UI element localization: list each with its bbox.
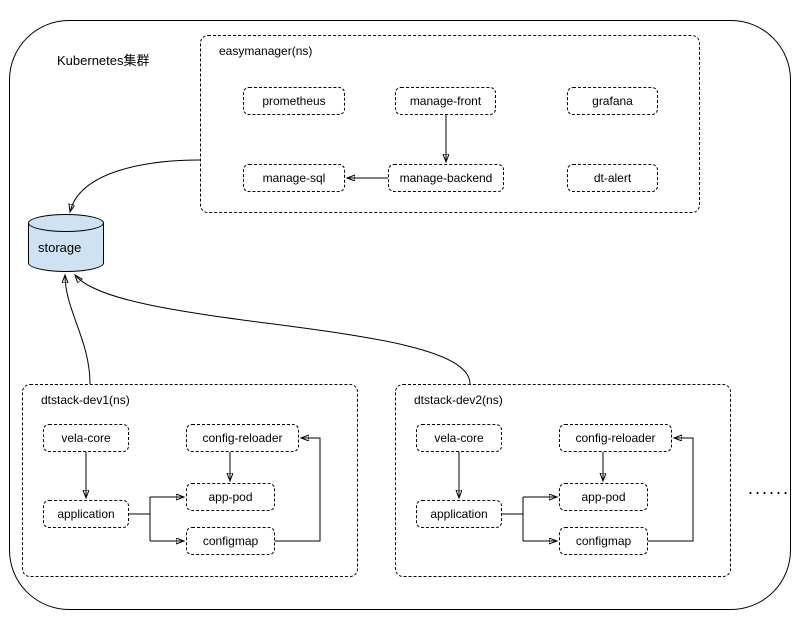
node-prometheus: prometheus bbox=[243, 87, 345, 115]
storage-label: storage bbox=[38, 240, 81, 255]
dev1-vela-core: vela-core bbox=[43, 424, 129, 452]
dev1-app-pod: app-pod bbox=[186, 483, 275, 511]
dev2-vela-core: vela-core bbox=[416, 424, 502, 452]
dev2-app-pod: app-pod bbox=[559, 483, 648, 511]
dev2-config-reloader: config-reloader bbox=[559, 424, 672, 452]
dev2-application: application bbox=[416, 500, 502, 528]
ns-easymanager-title: easymanager(ns) bbox=[219, 44, 312, 58]
ns-dev2-title: dtstack-dev2(ns) bbox=[414, 393, 503, 407]
node-manage-front: manage-front bbox=[395, 87, 496, 115]
dev1-application: application bbox=[43, 500, 129, 528]
node-manage-sql: manage-sql bbox=[243, 164, 345, 192]
dev1-config-reloader: config-reloader bbox=[186, 424, 299, 452]
node-manage-backend: manage-backend bbox=[388, 164, 504, 192]
ns-dev1-title: dtstack-dev1(ns) bbox=[41, 393, 130, 407]
cluster-title: Kubernetes集群 bbox=[57, 50, 150, 69]
ellipsis: ...... bbox=[748, 478, 790, 499]
node-grafana: grafana bbox=[567, 87, 658, 115]
dev1-configmap: configmap bbox=[186, 527, 275, 555]
node-dt-alert: dt-alert bbox=[567, 164, 658, 192]
dev2-configmap: configmap bbox=[559, 527, 648, 555]
